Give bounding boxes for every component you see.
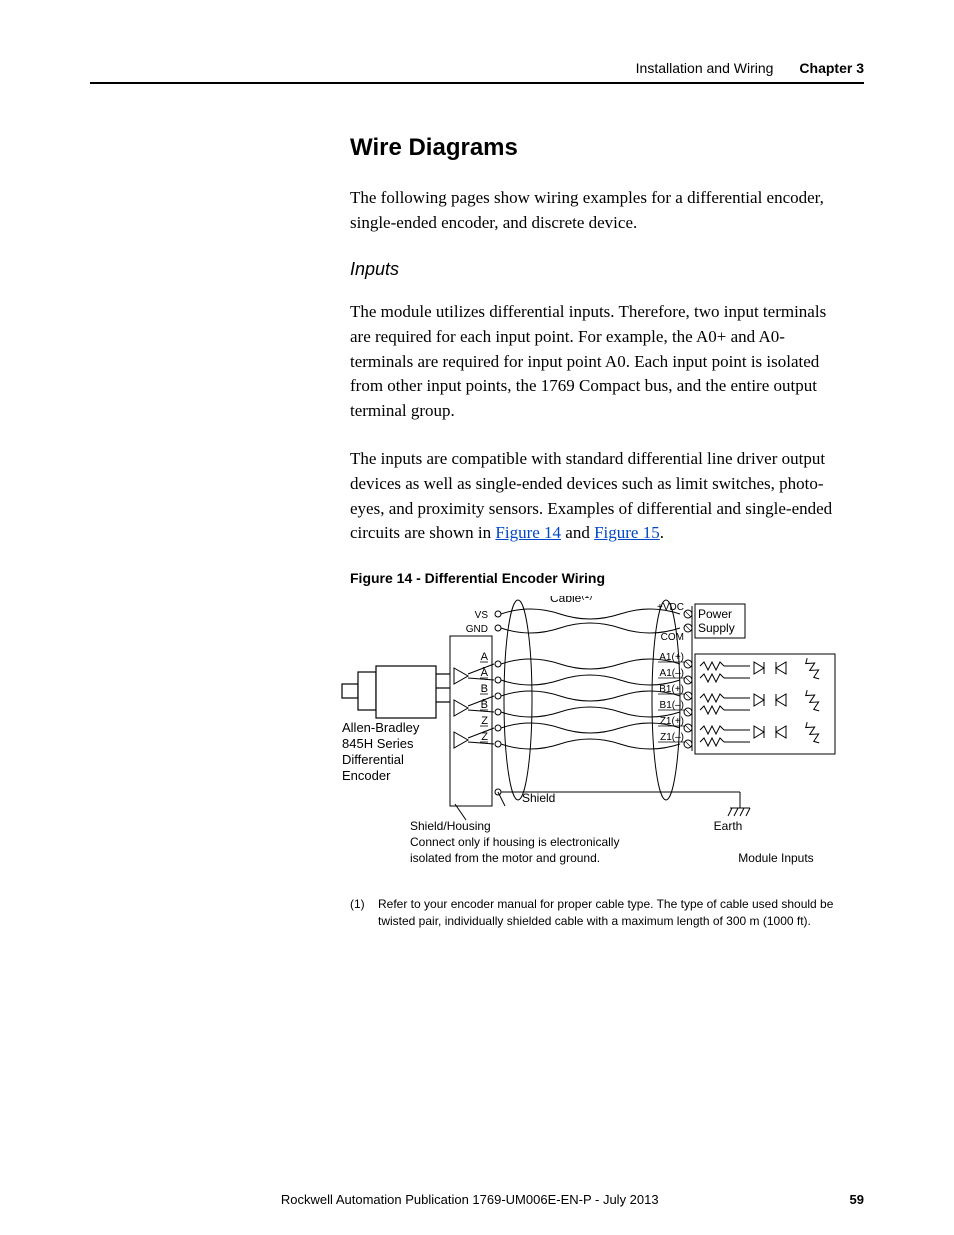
footnote-text: Refer to your encoder manual for proper … <box>378 896 844 930</box>
divider <box>90 82 864 84</box>
header-section: Installation and Wiring <box>636 60 774 76</box>
label-abar: Ā <box>481 667 489 679</box>
para2-text-b: and <box>561 523 594 542</box>
footer-publication: Rockwell Automation Publication 1769-UM0… <box>90 1192 850 1207</box>
label-module-inputs: Module Inputs <box>738 851 813 865</box>
label-b1m: B1(–) <box>660 700 684 711</box>
label-z1p: Z1(+) <box>660 716 684 727</box>
label-enc2: 845H Series <box>342 736 414 751</box>
figure-14-link[interactable]: Figure 14 <box>495 523 561 542</box>
wiring-diagram: VS GND A Ā B B̄ Z Z̄ <box>340 596 840 876</box>
label-b: B <box>481 683 488 695</box>
paragraph-1: The module utilizes differential inputs.… <box>350 300 844 423</box>
footnote: (1) Refer to your encoder manual for pro… <box>350 896 844 930</box>
label-z: Z <box>481 715 488 727</box>
figure-15-link[interactable]: Figure 15 <box>594 523 660 542</box>
label-b1p: B1(+) <box>659 684 684 695</box>
intro-paragraph: The following pages show wiring examples… <box>350 186 844 235</box>
footer-page-number: 59 <box>850 1192 864 1207</box>
label-enc1: Allen-Bradley <box>342 720 420 735</box>
label-a1p: A1(+) <box>659 652 684 663</box>
terminal-block-icon <box>684 606 692 751</box>
label-a1m: A1(–) <box>660 668 684 679</box>
diagram-svg: VS GND A Ā B B̄ Z Z̄ <box>340 596 850 891</box>
label-shield: Shield <box>522 791 555 805</box>
label-note-l1: Connect only if housing is electronicall… <box>410 835 619 849</box>
label-z1m: Z1(–) <box>660 732 684 743</box>
figure-caption: Figure 14 - Differential Encoder Wiring <box>350 570 844 586</box>
label-zbar: Z̄ <box>481 730 488 743</box>
label-note-l2: isolated from the motor and ground. <box>410 851 600 865</box>
header-chapter: Chapter 3 <box>799 60 864 76</box>
label-gnd: GND <box>466 624 488 635</box>
section-title: Wire Diagrams <box>350 134 844 162</box>
label-supply: Supply <box>698 621 735 635</box>
power-supply-icon: Power Supply <box>695 604 745 638</box>
label-vs: VS <box>475 610 489 621</box>
subsection-title: Inputs <box>350 259 844 280</box>
label-a: A <box>481 651 489 663</box>
footnote-marker: (1) <box>350 896 368 930</box>
label-power: Power <box>698 607 732 621</box>
label-cable: Cable(1) <box>550 596 592 605</box>
label-enc3: Differential <box>342 752 404 767</box>
label-enc4: Encoder <box>342 768 391 783</box>
label-bbar: B̄ <box>481 698 488 711</box>
label-vdc: +VDC <box>657 602 684 613</box>
page-footer: Rockwell Automation Publication 1769-UM0… <box>90 1192 864 1207</box>
label-shield-housing: Shield/Housing <box>410 819 491 833</box>
cable-icon <box>501 600 680 800</box>
label-com: COM <box>661 632 684 643</box>
paragraph-2: The inputs are compatible with standard … <box>350 447 844 546</box>
para2-text-c: . <box>660 523 664 542</box>
module-inputs-icon <box>695 654 835 754</box>
earth-ground-icon <box>680 792 750 816</box>
page-header: Installation and Wiring Chapter 3 <box>90 60 864 76</box>
label-earth: Earth <box>714 819 743 833</box>
